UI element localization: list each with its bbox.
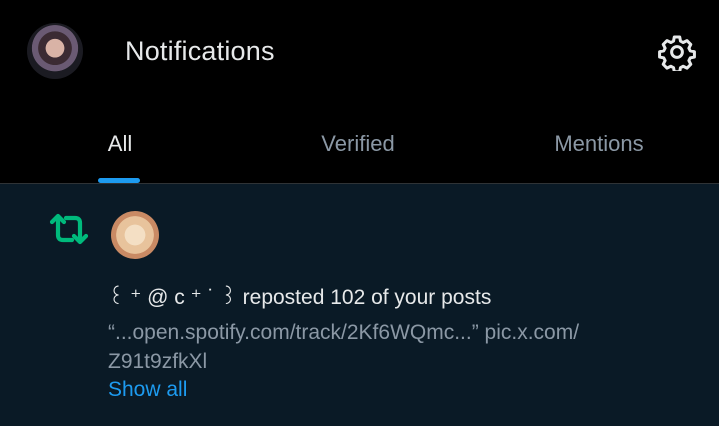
tab-mentions-label: Mentions [554, 131, 644, 156]
notification-tabs: All Verified Mentions [0, 106, 719, 184]
top-bar: Notifications [0, 0, 719, 106]
tab-all[interactable]: All [0, 106, 240, 183]
notification-text: ꒰ ⁺ @ c ⁺ ˙ ꒱ reposted 102 of your posts [108, 282, 491, 310]
preview-line-1: “...open.spotify.com/track/2Kf6WQmc...” … [108, 321, 580, 344]
action-text: reposted 102 of your posts [242, 286, 492, 309]
gear-icon[interactable] [656, 31, 698, 73]
preview-line-2: Z91t9zfkXl [108, 350, 208, 373]
tab-verified[interactable]: Verified [238, 106, 478, 183]
page-title: Notifications [125, 36, 275, 66]
show-all-link[interactable]: Show all [108, 378, 187, 402]
active-tab-indicator [98, 178, 140, 183]
tab-mentions[interactable]: Mentions [479, 106, 719, 183]
actor-name[interactable]: ꒰ ⁺ @ c ⁺ ˙ ꒱ [108, 286, 237, 309]
tab-all-label: All [107, 131, 133, 156]
profile-avatar[interactable] [27, 23, 83, 79]
tab-verified-label: Verified [321, 131, 395, 156]
actor-avatar[interactable] [111, 211, 159, 259]
repost-icon [48, 212, 90, 246]
post-preview[interactable]: “...open.spotify.com/track/2Kf6WQmc...” … [108, 318, 668, 376]
